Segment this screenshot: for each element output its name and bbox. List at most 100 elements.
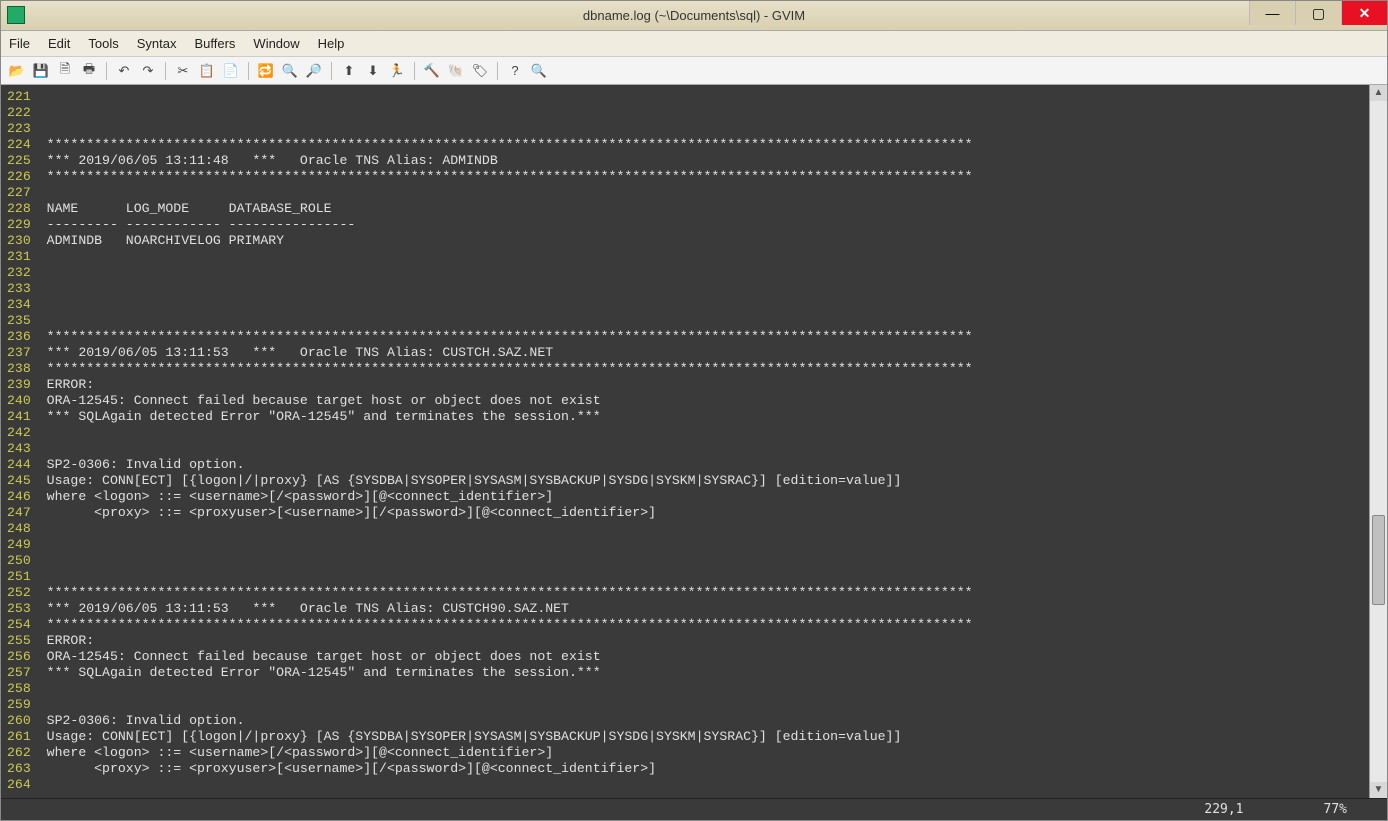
code-line[interactable]: ****************************************… bbox=[39, 361, 1369, 377]
make-icon[interactable]: 🔨 bbox=[422, 61, 442, 81]
menu-help[interactable]: Help bbox=[318, 36, 345, 51]
editor[interactable]: 2212222232242252262272282292302312322332… bbox=[1, 85, 1369, 798]
code-line[interactable]: ERROR: bbox=[39, 377, 1369, 393]
line-number: 223 bbox=[7, 121, 31, 137]
open-icon[interactable]: 📂 bbox=[7, 61, 27, 81]
code-line[interactable] bbox=[39, 265, 1369, 281]
maximize-button[interactable]: ▢ bbox=[1295, 1, 1341, 25]
code-line[interactable] bbox=[39, 777, 1369, 793]
code-line[interactable]: ADMINDB NOARCHIVELOG PRIMARY bbox=[39, 233, 1369, 249]
code-line[interactable] bbox=[39, 89, 1369, 105]
code-line[interactable]: SP2-0306: Invalid option. bbox=[39, 457, 1369, 473]
vertical-scrollbar[interactable]: ▲ ▼ bbox=[1369, 85, 1387, 798]
scroll-thumb[interactable] bbox=[1372, 515, 1385, 605]
help-icon[interactable]: ? bbox=[505, 61, 525, 81]
load-session-icon[interactable]: ⬆ bbox=[339, 61, 359, 81]
code-line[interactable]: *** 2019/06/05 13:11:53 *** Oracle TNS A… bbox=[39, 601, 1369, 617]
line-number: 237 bbox=[7, 345, 31, 361]
code-line[interactable] bbox=[39, 121, 1369, 137]
code-line[interactable]: *** 2019/06/05 13:11:53 *** Oracle TNS A… bbox=[39, 345, 1369, 361]
menu-tools[interactable]: Tools bbox=[88, 36, 118, 51]
code-line[interactable] bbox=[39, 105, 1369, 121]
code-line[interactable] bbox=[39, 425, 1369, 441]
line-number: 252 bbox=[7, 585, 31, 601]
line-number: 253 bbox=[7, 601, 31, 617]
code-line[interactable]: *** SQLAgain detected Error "ORA-12545" … bbox=[39, 665, 1369, 681]
code-line[interactable] bbox=[39, 521, 1369, 537]
code-line[interactable] bbox=[39, 537, 1369, 553]
code-line[interactable]: *** 2019/06/05 13:11:48 *** Oracle TNS A… bbox=[39, 153, 1369, 169]
line-number: 259 bbox=[7, 697, 31, 713]
code-line[interactable] bbox=[39, 281, 1369, 297]
line-number: 261 bbox=[7, 729, 31, 745]
find-help-icon[interactable]: 🔍 bbox=[529, 61, 549, 81]
editor-area: 2212222232242252262272282292302312322332… bbox=[1, 85, 1387, 798]
line-number: 256 bbox=[7, 649, 31, 665]
menu-edit[interactable]: Edit bbox=[48, 36, 70, 51]
code-line[interactable]: --------- ------------ ---------------- bbox=[39, 217, 1369, 233]
undo-icon[interactable]: ↶ bbox=[114, 61, 134, 81]
line-number: 233 bbox=[7, 281, 31, 297]
scroll-up-arrow-icon[interactable]: ▲ bbox=[1370, 85, 1387, 101]
redo-icon[interactable]: ↷ bbox=[138, 61, 158, 81]
code-line[interactable] bbox=[39, 313, 1369, 329]
code-line[interactable] bbox=[39, 249, 1369, 265]
text-content[interactable]: ****************************************… bbox=[33, 85, 1369, 798]
menu-buffers[interactable]: Buffers bbox=[194, 36, 235, 51]
code-line[interactable]: where <logon> ::= <username>[/<password>… bbox=[39, 745, 1369, 761]
print-icon[interactable]: 🖶 bbox=[79, 61, 99, 81]
line-number: 235 bbox=[7, 313, 31, 329]
titlebar[interactable]: dbname.log (~\Documents\sql) - GVIM — ▢ … bbox=[1, 1, 1387, 31]
code-line[interactable]: Usage: CONN[ECT] [{logon|/|proxy} [AS {S… bbox=[39, 729, 1369, 745]
shell-icon[interactable]: 🐚 bbox=[446, 61, 466, 81]
code-line[interactable]: SP2-0306: Invalid option. bbox=[39, 713, 1369, 729]
minimize-button[interactable]: — bbox=[1249, 1, 1295, 25]
line-number: 221 bbox=[7, 89, 31, 105]
tags-icon[interactable]: 🏷 bbox=[470, 61, 490, 81]
cut-icon[interactable]: ✂ bbox=[173, 61, 193, 81]
code-line[interactable]: ****************************************… bbox=[39, 137, 1369, 153]
cursor-position: 229,1 bbox=[1204, 802, 1243, 817]
line-number: 227 bbox=[7, 185, 31, 201]
paste-icon[interactable]: 📄 bbox=[221, 61, 241, 81]
find-next-icon[interactable]: 🔍 bbox=[280, 61, 300, 81]
menu-syntax[interactable]: Syntax bbox=[137, 36, 177, 51]
save-session-icon[interactable]: ⬇ bbox=[363, 61, 383, 81]
close-button[interactable]: ✕ bbox=[1341, 1, 1387, 25]
line-number: 236 bbox=[7, 329, 31, 345]
code-line[interactable] bbox=[39, 553, 1369, 569]
replace-icon[interactable]: 🔁 bbox=[256, 61, 276, 81]
code-line[interactable] bbox=[39, 697, 1369, 713]
line-number: 247 bbox=[7, 505, 31, 521]
code-line[interactable]: ****************************************… bbox=[39, 617, 1369, 633]
code-line[interactable]: ORA-12545: Connect failed because target… bbox=[39, 393, 1369, 409]
code-line[interactable]: ERROR: bbox=[39, 633, 1369, 649]
code-line[interactable] bbox=[39, 441, 1369, 457]
find-prev-icon[interactable]: 🔎 bbox=[304, 61, 324, 81]
code-line[interactable]: ****************************************… bbox=[39, 329, 1369, 345]
code-line[interactable] bbox=[39, 297, 1369, 313]
line-number: 230 bbox=[7, 233, 31, 249]
line-number: 240 bbox=[7, 393, 31, 409]
code-line[interactable]: <proxy> ::= <proxyuser>[<username>][/<pa… bbox=[39, 505, 1369, 521]
code-line[interactable] bbox=[39, 681, 1369, 697]
code-line[interactable]: where <logon> ::= <username>[/<password>… bbox=[39, 489, 1369, 505]
code-line[interactable] bbox=[39, 569, 1369, 585]
menu-file[interactable]: File bbox=[9, 36, 30, 51]
line-number: 246 bbox=[7, 489, 31, 505]
line-number: 225 bbox=[7, 153, 31, 169]
save-all-icon[interactable]: 🗎 bbox=[55, 61, 75, 81]
code-line[interactable] bbox=[39, 185, 1369, 201]
code-line[interactable]: <proxy> ::= <proxyuser>[<username>][/<pa… bbox=[39, 761, 1369, 777]
save-icon[interactable]: 💾 bbox=[31, 61, 51, 81]
code-line[interactable]: ORA-12545: Connect failed because target… bbox=[39, 649, 1369, 665]
code-line[interactable]: ****************************************… bbox=[39, 585, 1369, 601]
copy-icon[interactable]: 📋 bbox=[197, 61, 217, 81]
code-line[interactable]: *** SQLAgain detected Error "ORA-12545" … bbox=[39, 409, 1369, 425]
scroll-down-arrow-icon[interactable]: ▼ bbox=[1370, 782, 1387, 798]
menu-window[interactable]: Window bbox=[253, 36, 299, 51]
code-line[interactable]: ****************************************… bbox=[39, 169, 1369, 185]
run-script-icon[interactable]: 🏃 bbox=[387, 61, 407, 81]
code-line[interactable]: NAME LOG_MODE DATABASE_ROLE bbox=[39, 201, 1369, 217]
code-line[interactable]: Usage: CONN[ECT] [{logon|/|proxy} [AS {S… bbox=[39, 473, 1369, 489]
